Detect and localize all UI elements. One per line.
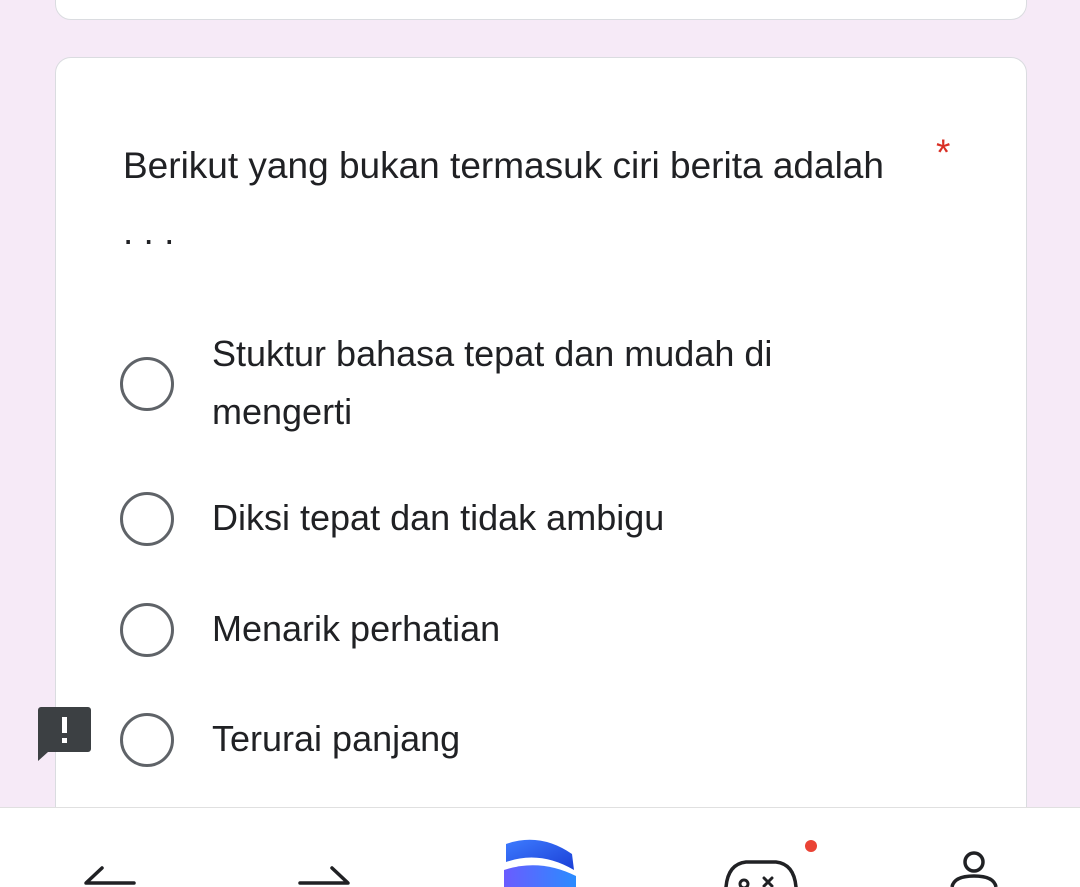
radio-button[interactable]	[120, 603, 174, 657]
option-label: Stuktur bahasa tepat dan mudah di	[212, 333, 773, 374]
radio-button[interactable]	[120, 492, 174, 546]
option-label: Menarik perhatian	[212, 608, 501, 649]
question-title: Berikut yang bukan termasuk ciri berita …	[123, 145, 884, 252]
profile-icon[interactable]	[944, 848, 1004, 887]
notification-badge	[805, 840, 817, 852]
back-arrow-icon[interactable]	[78, 858, 138, 887]
option-label: Terurai panjang	[212, 718, 461, 759]
game-controller-icon[interactable]	[718, 838, 838, 887]
radio-button[interactable]	[120, 357, 174, 411]
report-issue-button[interactable]	[38, 707, 91, 761]
previous-question-card	[55, 0, 1027, 20]
forward-arrow-icon[interactable]	[296, 858, 356, 887]
bottom-navigation-bar	[0, 807, 1080, 887]
option-label: Diksi tepat dan tidak ambigu	[212, 497, 665, 538]
option-label-continued: mengerti	[212, 391, 353, 432]
app-logo-icon[interactable]	[500, 836, 580, 887]
required-asterisk: *	[936, 132, 951, 173]
report-issue-icon	[38, 707, 91, 761]
radio-button[interactable]	[120, 713, 174, 767]
